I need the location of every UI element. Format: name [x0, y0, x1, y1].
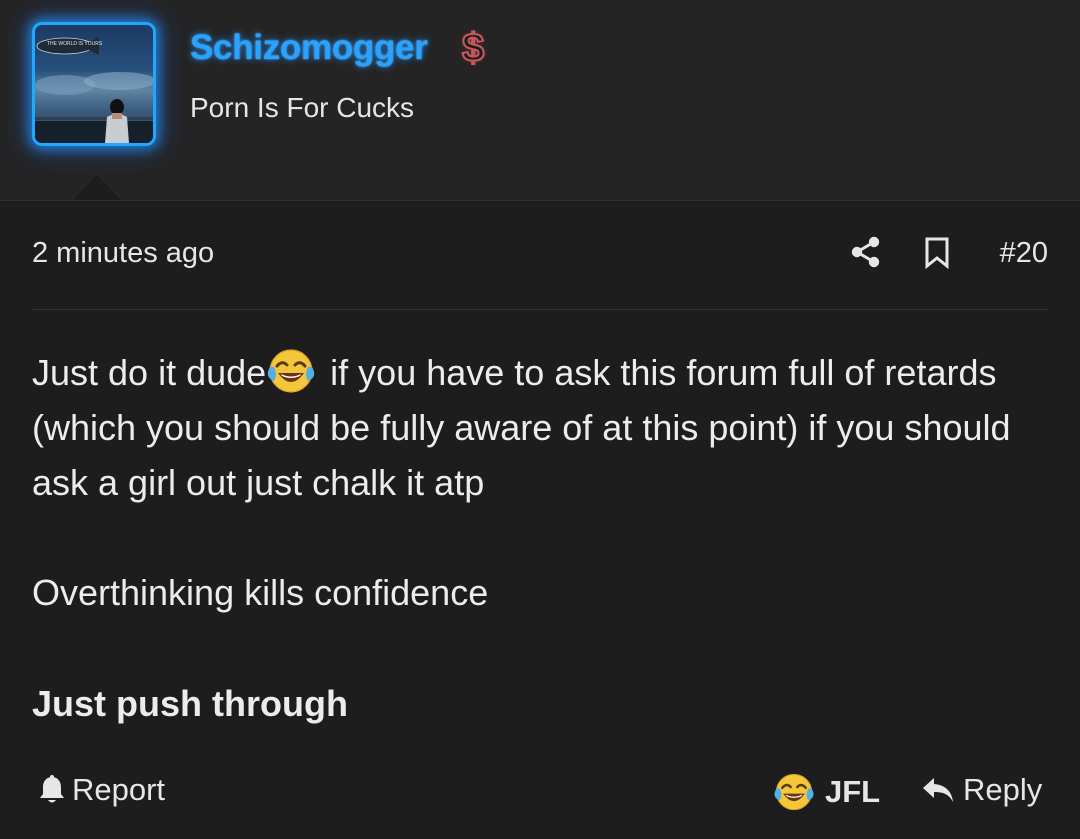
dollar-sign-icon: $: [461, 25, 485, 71]
avatar[interactable]: THE WORLD IS YOURS: [32, 22, 156, 146]
avatar-image: THE WORLD IS YOURS: [35, 37, 153, 143]
post-timestamp[interactable]: 2 minutes ago: [32, 237, 214, 270]
divider: [32, 309, 1048, 310]
post-container: THE WORLD IS YOURS Schizomogger $ Porn I…: [0, 0, 1080, 839]
reaction-button[interactable]: JFL: [773, 772, 880, 812]
bookmark-icon[interactable]: [924, 237, 950, 274]
message-pointer: [72, 174, 122, 200]
message-text-start: Just do it dude: [32, 352, 267, 393]
message-bold-line: Just push through: [32, 683, 348, 724]
message-paragraph: Just do it dude if you have to ask this …: [32, 345, 1052, 510]
avatar-caption: THE WORLD IS YOURS: [47, 41, 103, 47]
bell-icon: [38, 775, 66, 805]
report-label: Report: [72, 772, 166, 807]
report-button[interactable]: Report: [38, 772, 165, 808]
message-paragraph: Overthinking kills confidence: [32, 572, 489, 613]
reaction-label: JFL: [825, 774, 881, 809]
joy-emoji: [266, 349, 316, 393]
message-body: Just do it dude if you have to ask this …: [32, 345, 1052, 731]
joy-emoji: [773, 772, 815, 812]
share-icon[interactable]: [850, 236, 882, 273]
reply-label: Reply: [963, 772, 1043, 807]
user-header: THE WORLD IS YOURS Schizomogger $ Porn I…: [0, 0, 1080, 201]
username[interactable]: Schizomogger: [190, 28, 428, 68]
reply-button[interactable]: Reply: [921, 772, 1042, 808]
post-number-link[interactable]: #20: [1000, 237, 1048, 270]
reply-arrow-icon: [921, 775, 955, 805]
user-title: Porn Is For Cucks: [190, 92, 415, 123]
